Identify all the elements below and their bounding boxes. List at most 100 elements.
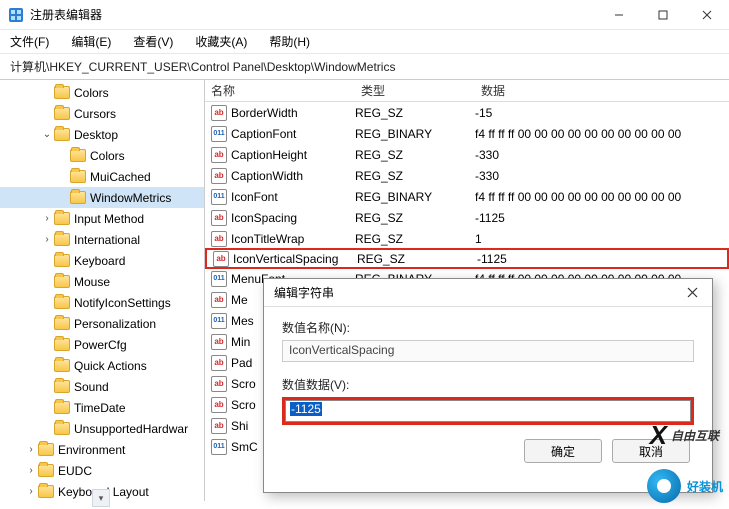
tree-item-environment[interactable]: › Environment — [0, 439, 204, 460]
value-row[interactable]: abBorderWidthREG_SZ-15 — [205, 102, 729, 123]
value-row[interactable]: abIconTitleWrapREG_SZ1 — [205, 228, 729, 249]
string-value-icon: ab — [211, 210, 227, 226]
address-text: 计算机\HKEY_CURRENT_USER\Control Panel\Desk… — [10, 60, 395, 74]
value-name: CaptionFont — [231, 127, 296, 141]
value-row[interactable]: abIconVerticalSpacingREG_SZ-1125 — [205, 248, 729, 269]
string-value-icon: ab — [211, 105, 227, 121]
folder-icon — [54, 296, 70, 309]
tree-item-label: Environment — [58, 443, 125, 457]
value-type: REG_SZ — [355, 106, 475, 120]
folder-icon — [54, 107, 70, 120]
string-value-icon: ab — [213, 251, 229, 267]
ok-button[interactable]: 确定 — [524, 439, 602, 463]
tree-item-notifyiconsettings[interactable]: NotifyIconSettings — [0, 292, 204, 313]
menu-file[interactable]: 文件(F) — [6, 31, 53, 52]
value-name: Scro — [231, 398, 256, 412]
value-type: REG_BINARY — [355, 190, 475, 204]
value-data: 1 — [475, 232, 729, 246]
tree-item-muicached[interactable]: MuiCached — [0, 166, 204, 187]
folder-icon — [54, 254, 70, 267]
tree-item-international[interactable]: ›International — [0, 229, 204, 250]
tree-item-unsupportedhardwar[interactable]: UnsupportedHardwar — [0, 418, 204, 439]
chevron-right-icon[interactable]: › — [40, 213, 54, 224]
tree-item-label: Input Method — [74, 212, 144, 226]
dialog-title: 编辑字符串 — [274, 284, 672, 301]
string-value-icon: ab — [211, 376, 227, 392]
value-row[interactable]: abIconSpacingREG_SZ-1125 — [205, 207, 729, 228]
tree-item-colors[interactable]: Colors — [0, 82, 204, 103]
tree-item-eudc[interactable]: ›EUDC — [0, 460, 204, 481]
value-row[interactable]: abCaptionHeightREG_SZ-330 — [205, 144, 729, 165]
menu-view[interactable]: 查看(V) — [129, 31, 177, 52]
folder-icon — [38, 485, 54, 498]
tree-item-colors[interactable]: Colors — [0, 145, 204, 166]
tree-item-label: MuiCached — [90, 170, 151, 184]
tree-item-label: UnsupportedHardwar — [74, 422, 188, 436]
col-data[interactable]: 数据 — [475, 82, 729, 99]
value-data: -1125 — [475, 211, 729, 225]
tree-item-label: WindowMetrics — [90, 191, 171, 205]
string-value-icon: ab — [211, 397, 227, 413]
value-row[interactable]: 011IconFontREG_BINARYf4 ff ff ff 00 00 0… — [205, 186, 729, 207]
tree-item-personalization[interactable]: Personalization — [0, 313, 204, 334]
chevron-right-icon[interactable]: › — [24, 465, 38, 476]
folder-icon — [38, 464, 54, 477]
string-value-icon: ab — [211, 355, 227, 371]
value-row[interactable]: 011CaptionFontREG_BINARYf4 ff ff ff 00 0… — [205, 123, 729, 144]
value-name: IconTitleWrap — [231, 232, 304, 246]
tree-item-quick actions[interactable]: Quick Actions — [0, 355, 204, 376]
folder-icon — [54, 317, 70, 330]
tree-item-label: Colors — [74, 86, 109, 100]
value-name: Shi — [231, 419, 248, 433]
dialog-close-button[interactable] — [672, 279, 712, 307]
value-data: -15 — [475, 106, 729, 120]
maximize-button[interactable] — [641, 0, 685, 30]
value-name: Mes — [231, 314, 254, 328]
close-button[interactable] — [685, 0, 729, 30]
minimize-button[interactable] — [597, 0, 641, 30]
tree-pane[interactable]: ColorsCursors⌄DesktopColorsMuiCachedWind… — [0, 80, 205, 501]
value-name: Pad — [231, 356, 252, 370]
window-title: 注册表编辑器 — [30, 6, 597, 23]
window-controls — [597, 0, 729, 30]
address-bar[interactable]: 计算机\HKEY_CURRENT_USER\Control Panel\Desk… — [0, 54, 729, 80]
value-name-field: IconVerticalSpacing — [282, 340, 694, 362]
folder-icon — [54, 380, 70, 393]
value-type: REG_SZ — [355, 169, 475, 183]
dialog-buttons: 确定 取消 — [282, 439, 694, 463]
tree-item-label: Keyboard — [74, 254, 125, 268]
tree-item-windowmetrics[interactable]: WindowMetrics — [0, 187, 204, 208]
col-name[interactable]: 名称 — [205, 82, 355, 99]
tree-item-input method[interactable]: › Input Method — [0, 208, 204, 229]
value-name: CaptionWidth — [231, 169, 303, 183]
folder-icon — [54, 233, 70, 246]
tree-item-powercfg[interactable]: PowerCfg — [0, 334, 204, 355]
value-data-input[interactable]: -1125 — [285, 400, 691, 422]
tree-item-mouse[interactable]: Mouse — [0, 271, 204, 292]
menu-edit[interactable]: 编辑(E) — [67, 31, 115, 52]
value-data-highlight: -1125 — [282, 397, 694, 425]
tree-item-timedate[interactable]: TimeDate — [0, 397, 204, 418]
tree-item-cursors[interactable]: Cursors — [0, 103, 204, 124]
binary-value-icon: 011 — [211, 271, 227, 287]
folder-icon — [54, 359, 70, 372]
cancel-button[interactable]: 取消 — [612, 439, 690, 463]
tree-item-desktop[interactable]: ⌄Desktop — [0, 124, 204, 145]
string-value-icon: ab — [211, 168, 227, 184]
col-type[interactable]: 类型 — [355, 82, 475, 99]
folder-icon — [54, 86, 70, 99]
value-row[interactable]: abCaptionWidthREG_SZ-330 — [205, 165, 729, 186]
chevron-right-icon[interactable]: › — [24, 486, 38, 497]
folder-icon — [70, 191, 86, 204]
chevron-right-icon[interactable]: › — [24, 444, 38, 455]
tree-scroll-down[interactable]: ▾ — [92, 489, 110, 507]
chevron-down-icon[interactable]: ⌄ — [40, 129, 54, 140]
menubar: 文件(F) 编辑(E) 查看(V) 收藏夹(A) 帮助(H) — [0, 30, 729, 54]
menu-favorites[interactable]: 收藏夹(A) — [191, 31, 251, 52]
chevron-right-icon[interactable]: › — [40, 234, 54, 245]
tree-item-keyboard[interactable]: Keyboard — [0, 250, 204, 271]
tree-item-sound[interactable]: Sound — [0, 376, 204, 397]
value-name: Scro — [231, 377, 256, 391]
tree-item-label: Sound — [74, 380, 109, 394]
menu-help[interactable]: 帮助(H) — [265, 31, 314, 52]
